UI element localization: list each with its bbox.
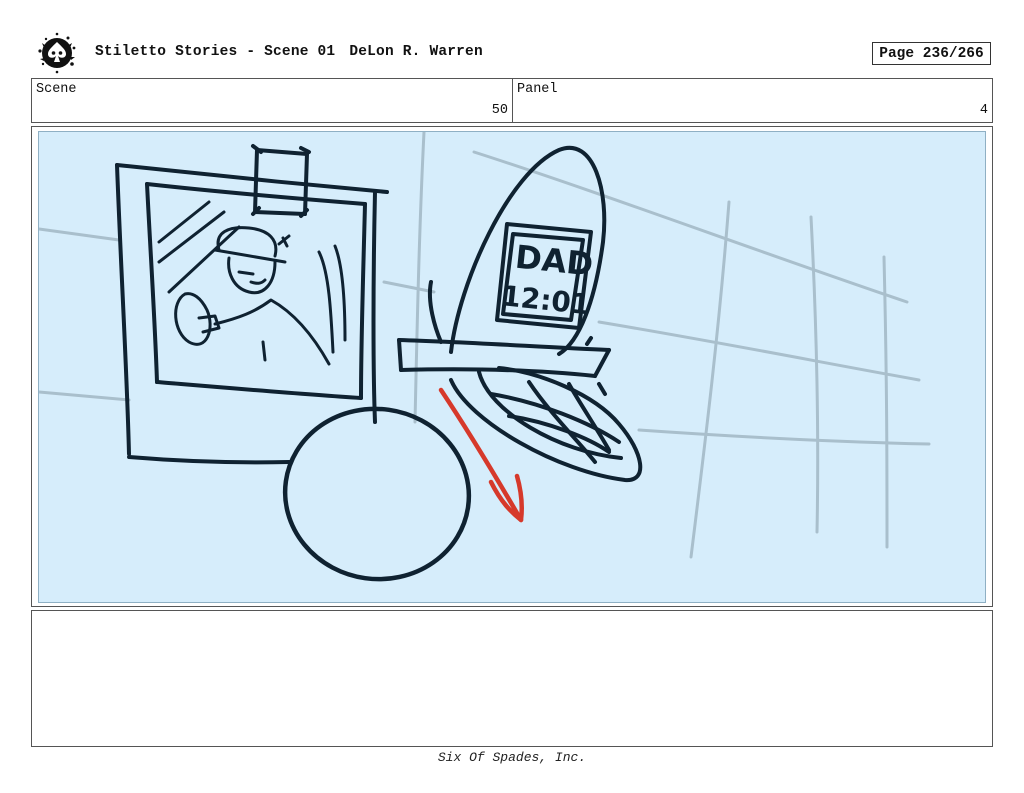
sketch-canvas: DAD 12:01 (39, 132, 931, 582)
scene-label: Scene (36, 82, 77, 97)
panel-notes-box (31, 610, 993, 747)
foreground-oval-sketch (282, 406, 472, 582)
panel-label: Panel (517, 82, 558, 97)
storyboard-frame: DAD 12:01 (31, 126, 993, 607)
phone-screen-caller: DAD (513, 238, 594, 284)
storyboard-drawing: DAD 12:01 (38, 131, 986, 603)
scene-cell: Scene 50 (32, 79, 513, 122)
motion-arrow-icon (438, 387, 525, 523)
author-name: DeLon R. Warren (349, 44, 483, 60)
panel-cell: Panel 4 (513, 79, 992, 122)
header-title-line: Stiletto Stories - Scene 01 DeLon R. Warr… (95, 44, 483, 60)
scene-number: 50 (491, 103, 508, 118)
spade-skull-logo-icon (34, 31, 80, 75)
page-number: Page 236/266 (872, 42, 991, 65)
scene-panel-row: Scene 50 Panel 4 (31, 78, 993, 123)
driver-portrait-sketch (157, 200, 347, 366)
project-title: Stiletto Stories - Scene 01 (95, 44, 336, 60)
panel-number: 4 (979, 103, 988, 118)
footer-company: Six Of Spades, Inc. (437, 750, 587, 765)
